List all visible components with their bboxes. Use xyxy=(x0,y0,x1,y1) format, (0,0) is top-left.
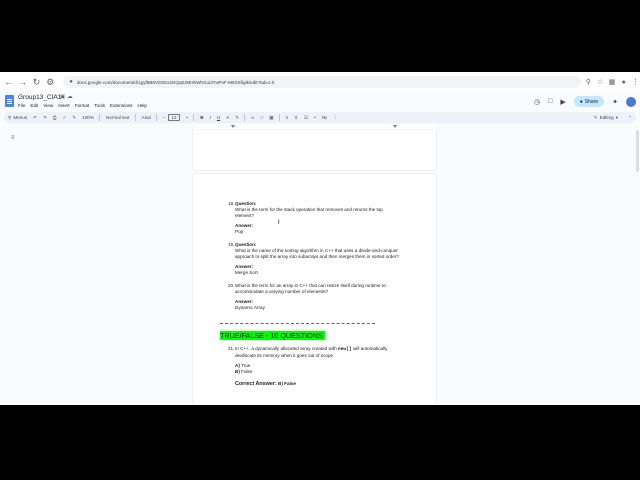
address-bar[interactable]: ● docs.google.com/document/d/1gyf8B8V0O5… xyxy=(63,76,581,88)
menu-file[interactable]: File xyxy=(18,103,25,108)
screen: ← → ↻ ⚙ ● docs.google.com/document/d/1gy… xyxy=(0,72,640,405)
scrollbar[interactable] xyxy=(636,130,639,172)
answer-text: Merge Sort xyxy=(235,270,258,276)
question-18: 18. Question: What is the term for the s… xyxy=(228,201,383,235)
docs-header: Group13_CIA1 ☆▣☁ File Edit View Insert F… xyxy=(0,92,640,112)
redo-icon[interactable]: ↷ xyxy=(43,115,47,121)
browser-menu-icon[interactable]: ⋮ xyxy=(631,77,640,87)
add-comment-icon[interactable]: □ xyxy=(260,115,263,120)
docs-logo-icon[interactable] xyxy=(5,95,14,107)
align-icon[interactable]: ≡ xyxy=(286,115,289,120)
horizontal-divider xyxy=(220,323,375,324)
question-text: What is the term for the stack operation… xyxy=(235,207,383,213)
editing-mode-select[interactable]: ✎ Editing ▾ xyxy=(594,112,618,123)
hide-menus-icon[interactable]: ⌃ xyxy=(628,112,632,123)
code-snippet: new[] xyxy=(337,347,352,352)
more-options-icon[interactable]: ⋮ xyxy=(333,115,338,121)
forward-icon[interactable]: → xyxy=(18,77,28,87)
print-icon[interactable]: ⎙ xyxy=(53,115,57,120)
share-button[interactable]: ● Share xyxy=(573,96,605,107)
document-page[interactable] xyxy=(193,130,436,170)
question-number: 20. xyxy=(228,283,235,288)
paint-format-icon[interactable]: ✎ xyxy=(72,115,76,121)
star-icon[interactable]: ☆ xyxy=(53,94,60,100)
bulleted-list-icon[interactable]: • xyxy=(314,115,316,120)
bookmark-star-icon[interactable]: ☆ xyxy=(596,77,605,87)
right-indent-marker[interactable] xyxy=(393,125,397,128)
bold-icon[interactable]: B xyxy=(200,115,203,120)
question-number: 18. xyxy=(228,201,235,206)
meet-icon[interactable]: ▶ xyxy=(560,98,565,106)
reload-icon[interactable]: ↻ xyxy=(32,77,42,87)
italic-icon[interactable]: I xyxy=(210,115,211,120)
profile-icon[interactable]: ● xyxy=(619,77,628,87)
question-number: 19. xyxy=(228,242,235,247)
font-size-input[interactable]: 12 xyxy=(168,114,180,121)
spellcheck-icon[interactable]: ✓ xyxy=(63,115,67,121)
lock-icon: ● xyxy=(579,98,583,105)
font-select[interactable]: Arial xyxy=(142,115,151,120)
menu-tools[interactable]: Tools xyxy=(94,103,105,108)
menu-format[interactable]: Format xyxy=(75,103,90,108)
lock-icon: ● xyxy=(69,79,73,85)
answer-text: Dynamic Array xyxy=(235,305,265,311)
highlight-icon[interactable]: ✎ xyxy=(235,115,239,121)
font-size-increase-icon[interactable]: + xyxy=(186,115,189,120)
menu-extensions[interactable]: Extensions xyxy=(110,103,132,108)
avatar[interactable] xyxy=(626,96,636,107)
correct-answer: Correct Answer: B) False xyxy=(235,381,387,387)
menu-view[interactable]: View xyxy=(43,103,53,108)
answer-text: Pop xyxy=(235,229,244,235)
search-menus-label: Menus xyxy=(13,115,28,120)
question-21: 21. In C++, a dynamically allocated arra… xyxy=(228,346,388,387)
search-icon: ⚲ xyxy=(8,114,12,120)
zoom-icon[interactable]: ⚲ xyxy=(584,77,593,87)
link-icon[interactable]: ∞ xyxy=(251,115,254,120)
chevron-down-icon: ▾ xyxy=(615,114,618,120)
document-page[interactable]: 18. Question: What is the term for the s… xyxy=(193,174,436,405)
underline-icon[interactable]: U xyxy=(217,115,220,120)
pencil-icon: ✎ xyxy=(593,114,598,120)
question-number: 21. xyxy=(228,346,235,351)
history-icon[interactable]: ◷ xyxy=(534,98,540,106)
text-cursor-icon: I xyxy=(278,220,280,226)
checklist-icon[interactable]: ☑ xyxy=(304,115,308,121)
correct-answer-value: B) False xyxy=(278,381,296,387)
line-spacing-icon[interactable]: ⇕ xyxy=(294,115,298,121)
search-menus-button[interactable]: ⚲ Menus xyxy=(8,115,27,121)
correct-answer-label: Correct Answer: xyxy=(235,381,277,388)
cloud-saved-icon[interactable]: ☁ xyxy=(67,94,75,100)
zoom-select[interactable]: 100% xyxy=(82,115,94,120)
numbered-list-icon[interactable]: № xyxy=(322,115,327,120)
menu-insert[interactable]: Insert xyxy=(58,103,70,108)
insert-image-icon[interactable]: ▦ xyxy=(269,115,273,121)
font-size-decrease-icon[interactable]: − xyxy=(163,115,166,120)
text-color-icon[interactable]: A xyxy=(226,115,229,120)
left-indent-marker[interactable] xyxy=(231,125,235,128)
menu-bar: File Edit View Insert Format Tools Exten… xyxy=(18,103,147,108)
formatting-toolbar: ⚲ Menus ↶ ↷ ⎙ ✓ ✎ 100% Normal text Arial… xyxy=(4,112,636,123)
section-heading: TRUE/FALSE - 10 QUESTIONS xyxy=(220,331,325,340)
question-19: 19. Question: What is the name of the so… xyxy=(228,242,399,276)
gemini-icon[interactable]: ✦ xyxy=(612,98,618,106)
question-text: In C++, a dynamically allocated array cr… xyxy=(235,346,388,352)
browser-toolbar: ← → ↻ ⚙ ● docs.google.com/document/d/1gy… xyxy=(0,72,640,93)
share-label: Share xyxy=(584,98,599,105)
url-text: docs.google.com/document/d/1gyf8B8V0O514… xyxy=(76,79,275,85)
editing-mode-label: Editing xyxy=(599,115,614,120)
back-icon[interactable]: ← xyxy=(4,77,14,87)
menu-edit[interactable]: Edit xyxy=(30,103,38,108)
site-info-icon[interactable]: ⚙ xyxy=(45,77,55,87)
question-20: 20. What is the term for an array in C++… xyxy=(228,283,386,311)
menu-help[interactable]: Help xyxy=(137,103,146,108)
style-select[interactable]: Normal text xyxy=(106,115,130,120)
question-text: approach to split the array into subarra… xyxy=(235,254,399,260)
undo-icon[interactable]: ↶ xyxy=(33,115,37,121)
comment-icon[interactable]: □ xyxy=(548,98,552,105)
document-outline-icon[interactable]: ≡ xyxy=(11,135,15,141)
extensions-icon[interactable]: ▦ xyxy=(608,77,617,87)
